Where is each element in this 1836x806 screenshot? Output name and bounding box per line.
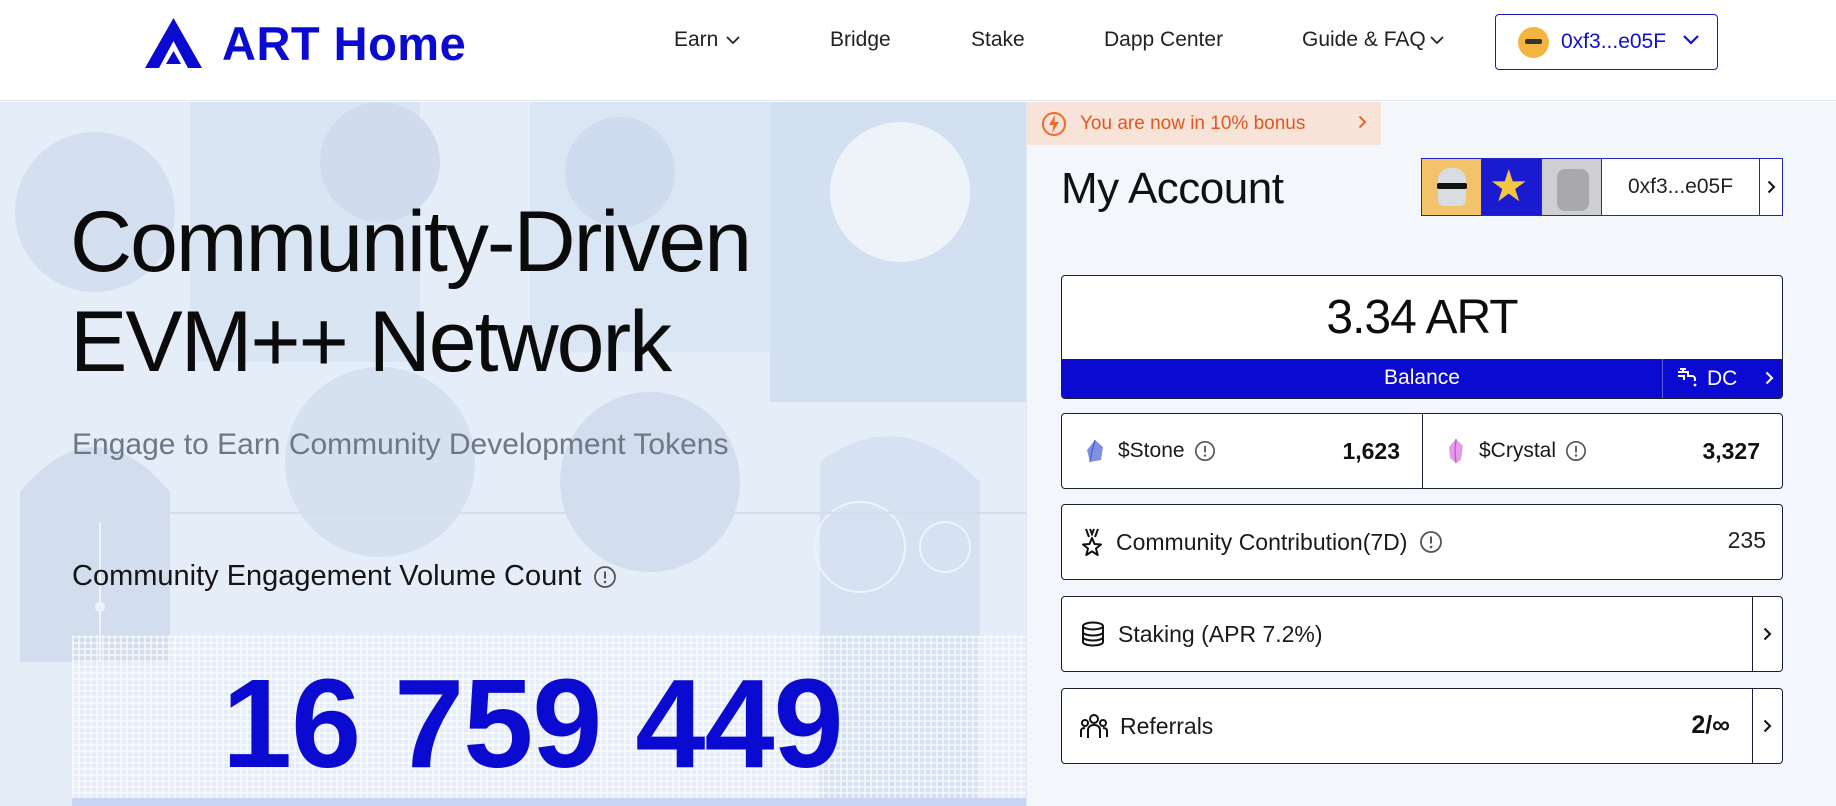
dc-label: DC <box>1707 366 1738 390</box>
nav-bridge[interactable]: Bridge <box>830 28 891 52</box>
wallet-button[interactable]: 0xf3...e05F <box>1495 14 1718 70</box>
wallet-avatar <box>1518 26 1549 58</box>
database-icon <box>1082 621 1104 647</box>
crystal-icon <box>1449 438 1463 464</box>
dc-button[interactable]: DC <box>1662 359 1782 398</box>
chevron-down-icon <box>726 35 740 44</box>
hero-title-line2: EVM++ Network <box>70 294 672 390</box>
crystal-label: $Crystal <box>1479 439 1557 462</box>
stone-label: $Stone <box>1118 439 1185 462</box>
nav-dapp-center-label: Dapp Center <box>1104 28 1224 51</box>
nav-stake-label: Stake <box>971 28 1025 51</box>
bonus-banner[interactable]: You are now in 10% bonus <box>1027 102 1381 145</box>
engagement-heading: Community Engagement Volume Count <box>72 560 617 593</box>
account-panel: You are now in 10% bonus My Account ★ 0x… <box>1026 102 1836 806</box>
balance-card: 3.34 ART Balance DC <box>1061 275 1783 399</box>
art-logo-icon <box>145 18 202 68</box>
info-icon[interactable] <box>1565 440 1587 462</box>
crystal-token: $Crystal 3,327 <box>1422 414 1782 488</box>
nav-earn[interactable]: Earn <box>674 28 740 52</box>
wallet-address: 0xf3...e05F <box>1561 30 1667 53</box>
my-account-title: My Account <box>1061 164 1284 213</box>
engagement-label: Community Engagement Volume Count <box>72 560 582 592</box>
nft-avatar-3 <box>1542 159 1602 215</box>
account-address: 0xf3...e05F <box>1602 159 1760 215</box>
stone-icon <box>1087 439 1103 463</box>
nft-avatar-2: ★ <box>1482 159 1542 215</box>
info-icon[interactable] <box>593 565 617 589</box>
contribution-value: 235 <box>1727 527 1766 553</box>
lightning-icon <box>1042 111 1066 136</box>
crystal-value: 3,327 <box>1702 437 1760 464</box>
contribution-card: Community Contribution(7D) 235 <box>1061 504 1783 580</box>
chevron-right-icon <box>1752 689 1782 763</box>
nav-bridge-label: Bridge <box>830 28 891 51</box>
stone-value: 1,623 <box>1342 437 1400 464</box>
tokens-card: $Stone 1,623 $Crystal 3,327 <box>1061 413 1783 489</box>
referrals-value: 2/∞ <box>1691 711 1730 739</box>
info-icon[interactable] <box>1194 440 1216 462</box>
nav-guide-faq[interactable]: Guide & FAQ <box>1302 28 1444 52</box>
chevron-down-icon <box>1683 35 1699 45</box>
chevron-right-icon <box>1752 597 1782 671</box>
chevron-right-icon <box>1760 159 1782 215</box>
account-profile-chip[interactable]: ★ 0xf3...e05F <box>1421 158 1783 216</box>
faucet-icon <box>1678 367 1697 386</box>
logo-text: ART Home <box>222 16 467 70</box>
info-icon[interactable] <box>1419 530 1443 554</box>
hero-subtitle: Engage to Earn Community Development Tok… <box>72 428 729 461</box>
hero-divider <box>72 512 1026 514</box>
engagement-counter-box: 16 759 449 <box>72 635 1026 806</box>
chevron-down-icon <box>1430 35 1444 44</box>
referrals-label: Referrals <box>1120 712 1214 739</box>
balance-bar: Balance DC <box>1062 359 1782 398</box>
bonus-text: You are now in 10% bonus <box>1080 112 1306 134</box>
balance-value: 3.34 ART <box>1326 291 1518 344</box>
nav-dapp-center[interactable]: Dapp Center <box>1104 28 1223 52</box>
chevron-right-icon <box>1358 115 1367 129</box>
medal-icon <box>1082 528 1102 556</box>
top-header: ART Home Earn Bridge Stake Dapp Center G… <box>0 0 1836 101</box>
staking-label: Staking (APR 7.2%) <box>1118 620 1323 647</box>
hero-title-line1: Community-Driven <box>70 194 752 290</box>
nav-guide-faq-label: Guide & FAQ <box>1302 28 1426 51</box>
users-icon <box>1080 714 1108 738</box>
hero-section: Community-Driven EVM++ Network Engage to… <box>0 102 1026 806</box>
hero-title: Community-Driven EVM++ Network <box>70 192 752 392</box>
stone-token: $Stone 1,623 <box>1062 414 1422 488</box>
nft-avatar-1 <box>1422 159 1482 215</box>
referrals-card[interactable]: Referrals 2/∞ <box>1061 688 1783 764</box>
staking-card[interactable]: Staking (APR 7.2%) <box>1061 596 1783 672</box>
engagement-count: 16 759 449 <box>222 653 844 794</box>
nav-earn-label: Earn <box>674 28 719 51</box>
contribution-label: Community Contribution(7D) <box>1116 528 1408 555</box>
chevron-right-icon <box>1765 371 1774 385</box>
nav-stake[interactable]: Stake <box>971 28 1025 52</box>
logo[interactable]: ART Home <box>145 16 467 70</box>
